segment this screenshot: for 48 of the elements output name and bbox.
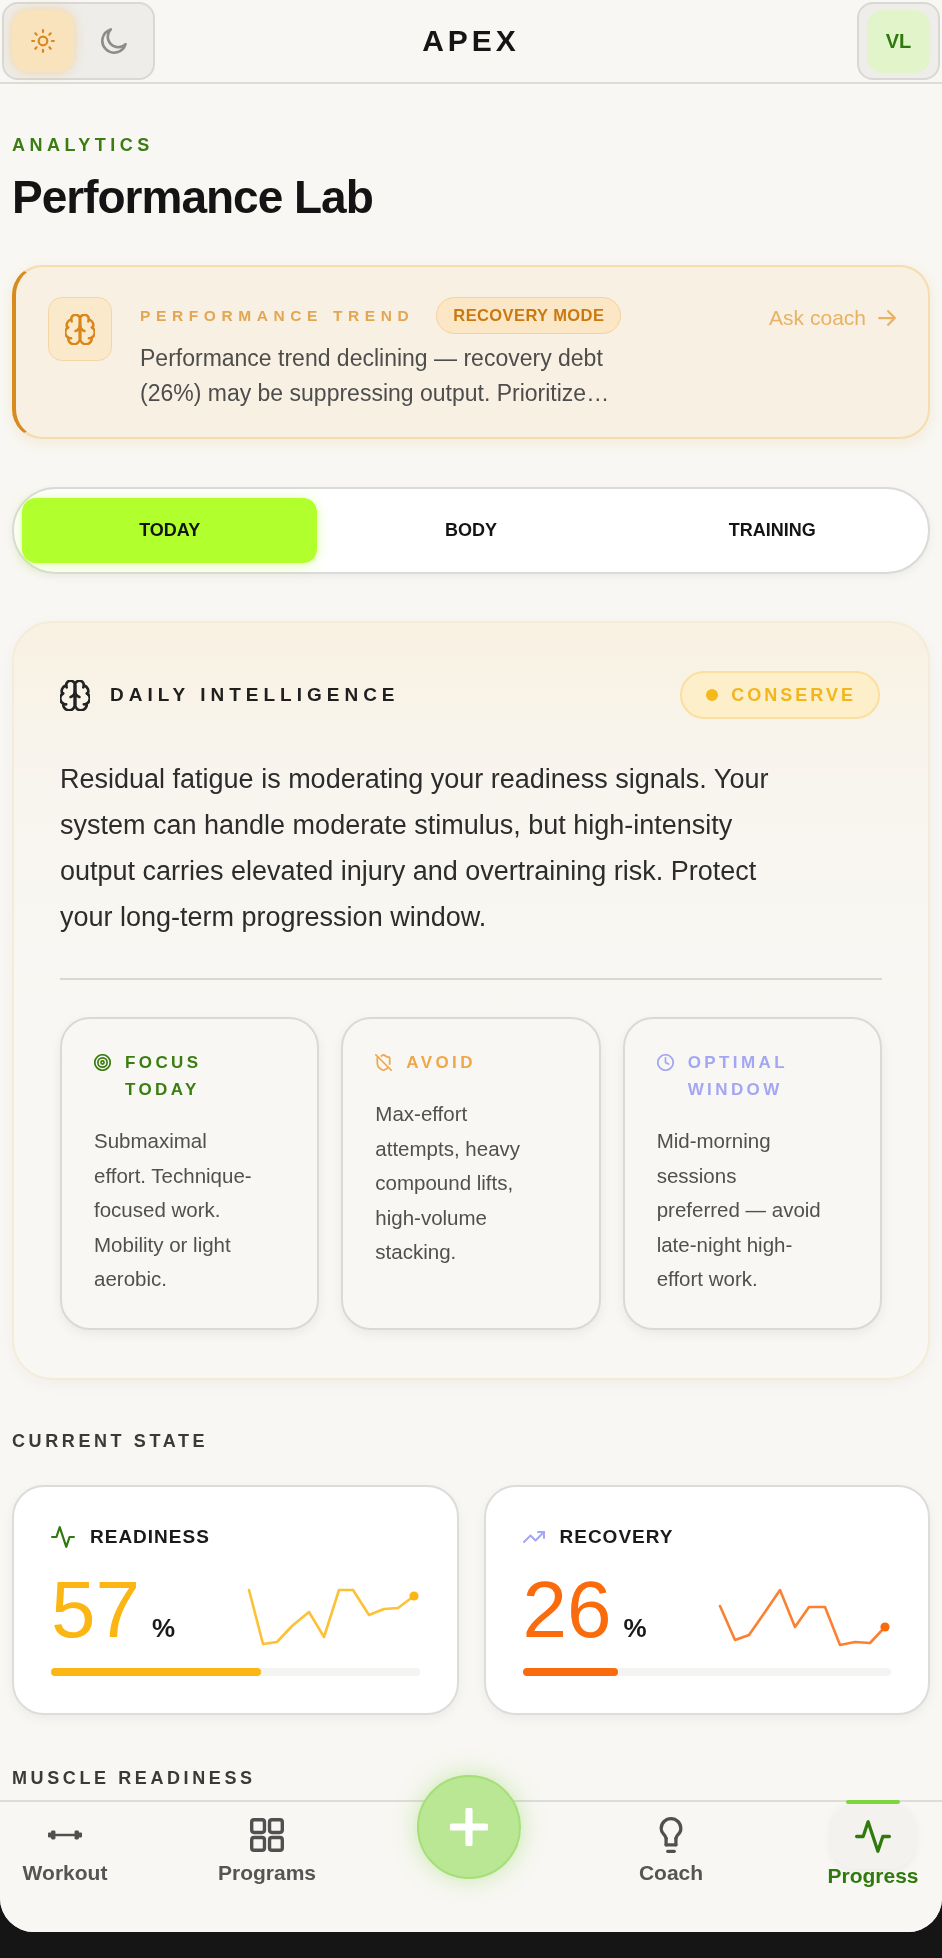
tab[interactable]: TODAY [22,498,318,563]
nav-tab[interactable]: Programs [202,1802,332,1885]
metric-unit: % [623,1612,647,1644]
tip-title: AVOID [406,1052,476,1074]
arrow-right-icon [878,310,896,326]
summary-text: Residual fatigue is moderating your readiness signals. Your system can handle moderate stimulus, but high-intensity output carries elevated injury and overtraining risk. Protect your long-term progression window. [60,763,770,934]
clock-icon [656,1054,674,1071]
pulse-icon [51,1525,75,1548]
app-title: APEX [422,24,520,58]
tip-title: OPTIMAL WINDOW [687,1052,789,1101]
tip-text: Submaximal effort. Technique-focused work. Mobility or light aerobic. [94,1128,253,1292]
grid-icon [250,1818,284,1852]
metric-label: RECOVERY [559,1525,674,1548]
active-indicator [846,1800,900,1804]
section-heading: MUSCLE READINESS [12,1768,257,1787]
status-dot [706,689,719,701]
page-title: Performance Lab [12,174,374,220]
tip-text: Max-effort attempts, heavy compound lifts, high-volume stacking. [375,1101,522,1265]
banner-label: PERFORMANCE TREND [140,306,415,325]
tip-title: FOCUS TODAY [125,1052,203,1101]
tip-text: Mid-morning sessions preferred — avoid late-night high-effort work. [656,1128,822,1292]
avatar[interactable]: VL [867,9,930,73]
nav-tab[interactable]: Workout [0,1802,130,1885]
lightbulb-icon [659,1817,683,1853]
card-title: DAILY INTELLIGENCE [110,684,400,706]
target-icon [94,1054,111,1071]
section-eyebrow: ANALYTICS [12,136,155,154]
tab[interactable]: BODY [323,498,619,563]
plus-icon [450,1808,488,1846]
metric-label: READINESS [90,1525,210,1548]
trending-up-icon [522,1530,545,1543]
brain-icon [48,297,112,361]
brain-icon [60,679,90,711]
light-mode-button[interactable] [12,10,74,72]
add-button[interactable] [417,1775,521,1879]
tab[interactable]: TRAINING [624,498,920,563]
section-heading: CURRENT STATE [12,1431,210,1450]
banner-message: Performance trend declining — recovery debt (26%) may be suppressing output. Prioritize… [140,344,611,408]
nav-tab[interactable]: Progress [808,1802,938,1888]
metric-unit: % [152,1612,176,1644]
shield-off-icon [375,1054,393,1071]
moon-icon [101,28,127,54]
metric-value: 26 [522,1569,612,1650]
metric-value: 57 [51,1569,140,1650]
nav-tab[interactable]: Coach [606,1802,736,1885]
status-label: CONSERVE [731,684,856,706]
status-badge: RECOVERY MODE [436,297,622,334]
sun-icon [31,29,55,53]
